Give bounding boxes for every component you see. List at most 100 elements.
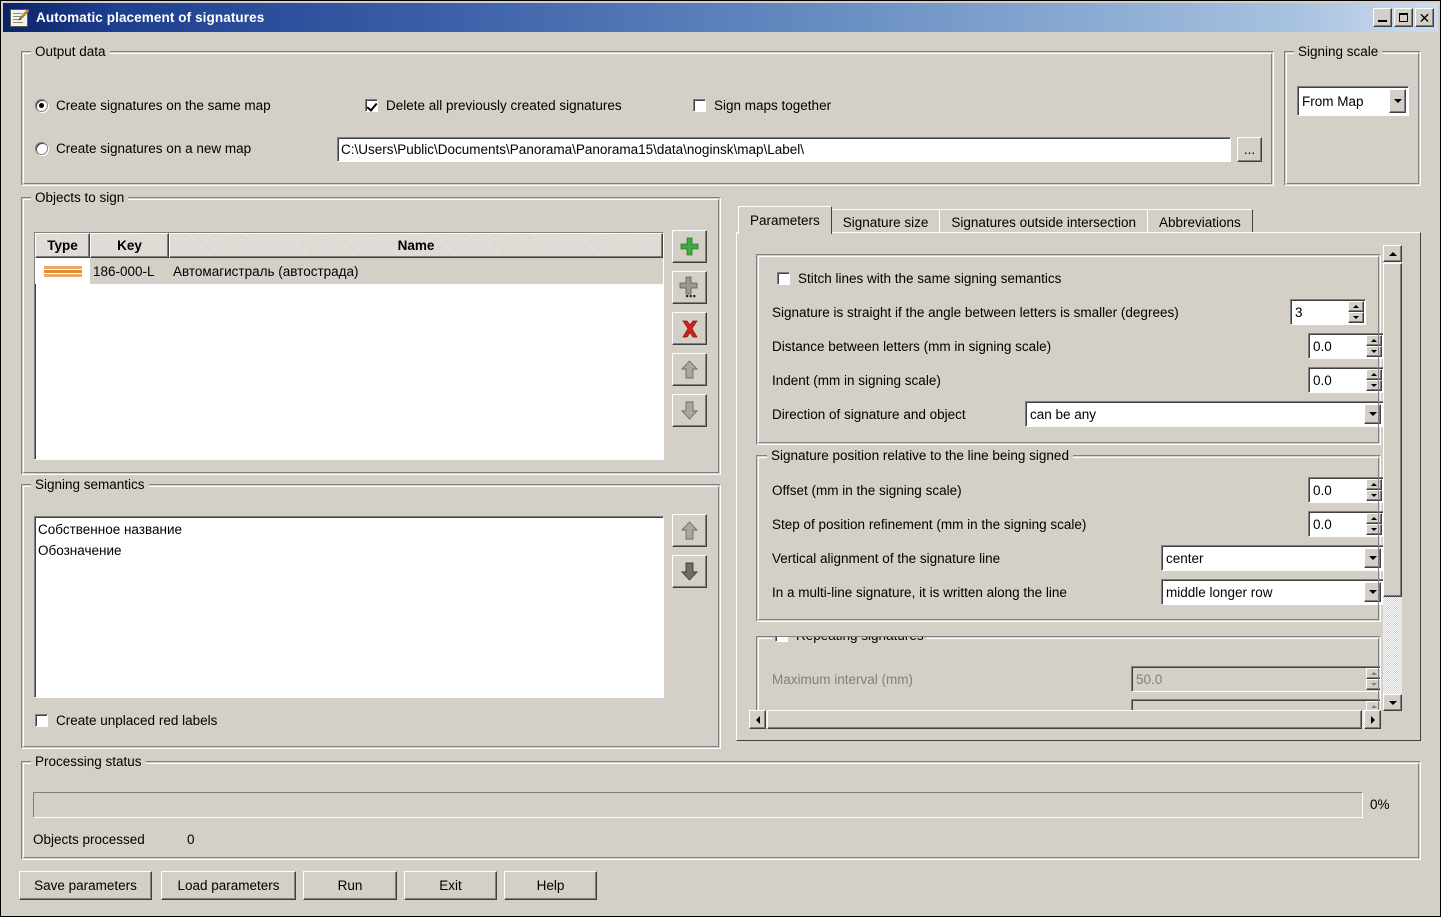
tab-strip: Parameters Signature size Signatures out… bbox=[738, 206, 1253, 234]
spinner-up-icon[interactable] bbox=[1366, 335, 1382, 346]
table-col-name[interactable]: Name bbox=[169, 233, 663, 258]
run-label: Run bbox=[337, 878, 363, 893]
objects-to-sign-group: Objects to sign Type Key Name 186-000-L … bbox=[21, 190, 721, 475]
table-row[interactable]: 186-000-L Автомагистраль (автострада) bbox=[35, 258, 663, 284]
checkmark-icon bbox=[775, 637, 788, 642]
highway-line-icon bbox=[43, 265, 82, 277]
spinner-offset-value: 0.0 bbox=[1313, 482, 1332, 498]
signing-scale-combo[interactable]: From Map bbox=[1297, 86, 1409, 116]
move-down-button[interactable] bbox=[672, 394, 707, 427]
combo-vertical-alignment[interactable]: center bbox=[1161, 545, 1384, 571]
semantics-move-up-button[interactable] bbox=[672, 514, 707, 547]
add-object-button[interactable] bbox=[672, 230, 707, 263]
maximize-button[interactable] bbox=[1394, 8, 1413, 27]
checkbox-sign-maps-together-label: Sign maps together bbox=[714, 98, 832, 113]
spinner-angle-threshold[interactable]: 3 bbox=[1290, 299, 1366, 325]
spinner-down-icon[interactable] bbox=[1366, 490, 1382, 501]
checkbox-stitch-lines[interactable]: Stitch lines with the same signing seman… bbox=[777, 271, 1061, 286]
row-type-cell bbox=[35, 258, 90, 284]
add-object-from-list-button[interactable] bbox=[672, 271, 707, 304]
arrow-up-icon bbox=[680, 360, 699, 379]
spinner-down-icon[interactable] bbox=[1366, 380, 1382, 391]
semantics-list[interactable]: Собственное название Обозначение bbox=[34, 516, 664, 698]
combo-multiline-direction-value: middle longer row bbox=[1166, 584, 1273, 600]
spinner-offset[interactable]: 0.0 bbox=[1308, 477, 1384, 503]
checkbox-delete-all-signatures[interactable]: Delete all previously created signatures bbox=[365, 98, 622, 113]
window-controls: ✕ bbox=[1373, 8, 1434, 27]
chevron-down-icon[interactable] bbox=[1364, 548, 1381, 568]
spinner-down-icon[interactable] bbox=[1366, 524, 1382, 535]
label-maximum-interval: Maximum interval (mm) bbox=[772, 672, 914, 687]
parameters-hscrollbar[interactable] bbox=[749, 710, 1381, 729]
signature-position-frame-title: Signature position relative to the line … bbox=[767, 448, 1073, 463]
spinner-distance-between-letters[interactable]: 0.0 bbox=[1308, 333, 1384, 359]
save-parameters-button[interactable]: Save parameters bbox=[19, 871, 152, 900]
run-button[interactable]: Run bbox=[303, 871, 397, 900]
spinner-indent[interactable]: 0.0 bbox=[1308, 367, 1384, 393]
checkmark-icon bbox=[365, 99, 378, 112]
label-indent: Indent (mm in signing scale) bbox=[772, 373, 941, 388]
scroll-left-button[interactable] bbox=[749, 710, 766, 729]
objects-table[interactable]: Type Key Name 186-000-L Автомагистраль (… bbox=[34, 232, 664, 460]
output-data-group-title: Output data bbox=[31, 44, 110, 59]
tab-parameters-label: Parameters bbox=[750, 213, 820, 228]
spinner-up-icon[interactable] bbox=[1366, 513, 1382, 524]
label-direction: Direction of signature and object bbox=[772, 407, 966, 422]
signing-scale-group-title: Signing scale bbox=[1294, 44, 1383, 59]
help-button[interactable]: Help bbox=[504, 871, 597, 900]
exit-button[interactable]: Exit bbox=[404, 871, 497, 900]
combo-direction-value: can be any bbox=[1030, 406, 1097, 422]
chevron-down-icon[interactable] bbox=[1364, 582, 1381, 602]
window-title: Automatic placement of signatures bbox=[36, 10, 265, 25]
spinner-up-icon bbox=[1366, 668, 1380, 679]
title-bar: Automatic placement of signatures ✕ bbox=[3, 3, 1438, 32]
combo-direction[interactable]: can be any bbox=[1025, 401, 1384, 427]
arrow-down-icon bbox=[680, 401, 699, 420]
load-parameters-button[interactable]: Load parameters bbox=[161, 871, 296, 900]
radio-create-same-map[interactable]: Create signatures on the same map bbox=[35, 98, 271, 113]
parameters-vscrollbar[interactable] bbox=[1383, 245, 1402, 711]
close-button[interactable]: ✕ bbox=[1415, 8, 1434, 27]
plus-green-icon bbox=[680, 237, 699, 256]
checkbox-sign-maps-together[interactable]: Sign maps together bbox=[693, 98, 831, 113]
signing-scale-value: From Map bbox=[1302, 93, 1364, 109]
tab-abbreviations[interactable]: Abbreviations bbox=[1146, 209, 1253, 234]
minimize-button[interactable] bbox=[1373, 8, 1392, 27]
spinner-up-icon[interactable] bbox=[1348, 301, 1364, 312]
spinner-down-icon[interactable] bbox=[1348, 312, 1364, 323]
delete-object-button[interactable] bbox=[672, 312, 707, 345]
vscrollbar-thumb[interactable] bbox=[1383, 263, 1402, 597]
tab-signatures-outside-intersection[interactable]: Signatures outside intersection bbox=[939, 209, 1148, 234]
chevron-down-icon[interactable] bbox=[1364, 404, 1381, 424]
scroll-up-button[interactable] bbox=[1383, 245, 1402, 262]
exit-label: Exit bbox=[439, 878, 462, 893]
chevron-down-icon[interactable] bbox=[1389, 89, 1406, 113]
checkmark-icon bbox=[693, 99, 706, 112]
output-path-input[interactable]: C:\Users\Public\Documents\Panorama\Panor… bbox=[337, 137, 1231, 162]
table-col-key[interactable]: Key bbox=[90, 233, 169, 258]
hscrollbar-thumb[interactable] bbox=[767, 710, 1362, 729]
list-item[interactable]: Собственное название bbox=[38, 519, 663, 540]
progress-percent-label: 0% bbox=[1370, 797, 1390, 812]
spinner-up-icon[interactable] bbox=[1366, 479, 1382, 490]
row-key-cell: 186-000-L bbox=[93, 263, 155, 279]
spinner-step-refinement[interactable]: 0.0 bbox=[1308, 511, 1384, 537]
list-item[interactable]: Обозначение bbox=[38, 540, 663, 561]
semantics-move-down-button[interactable] bbox=[672, 555, 707, 588]
combo-multiline-direction[interactable]: middle longer row bbox=[1161, 579, 1384, 605]
checkbox-repeating-signatures[interactable]: Repeating signatures bbox=[772, 637, 927, 643]
move-up-button[interactable] bbox=[672, 353, 707, 386]
tab-parameters[interactable]: Parameters bbox=[738, 206, 832, 234]
radio-create-new-map[interactable]: Create signatures on a new map bbox=[35, 141, 251, 156]
table-col-type[interactable]: Type bbox=[35, 233, 90, 258]
checkbox-create-unplaced-red-labels[interactable]: Create unplaced red labels bbox=[35, 713, 217, 728]
checkbox-stitch-lines-label: Stitch lines with the same signing seman… bbox=[798, 271, 1062, 286]
tab-signature-size-label: Signature size bbox=[842, 214, 929, 230]
browse-path-button[interactable]: ... bbox=[1237, 137, 1262, 162]
spinner-up-icon[interactable] bbox=[1366, 369, 1382, 380]
tab-signature-size[interactable]: Signature size bbox=[830, 209, 941, 234]
spinner-down-icon[interactable] bbox=[1366, 346, 1382, 357]
save-parameters-label: Save parameters bbox=[34, 878, 137, 893]
scroll-down-button[interactable] bbox=[1383, 694, 1402, 711]
scroll-right-button[interactable] bbox=[1364, 710, 1381, 729]
